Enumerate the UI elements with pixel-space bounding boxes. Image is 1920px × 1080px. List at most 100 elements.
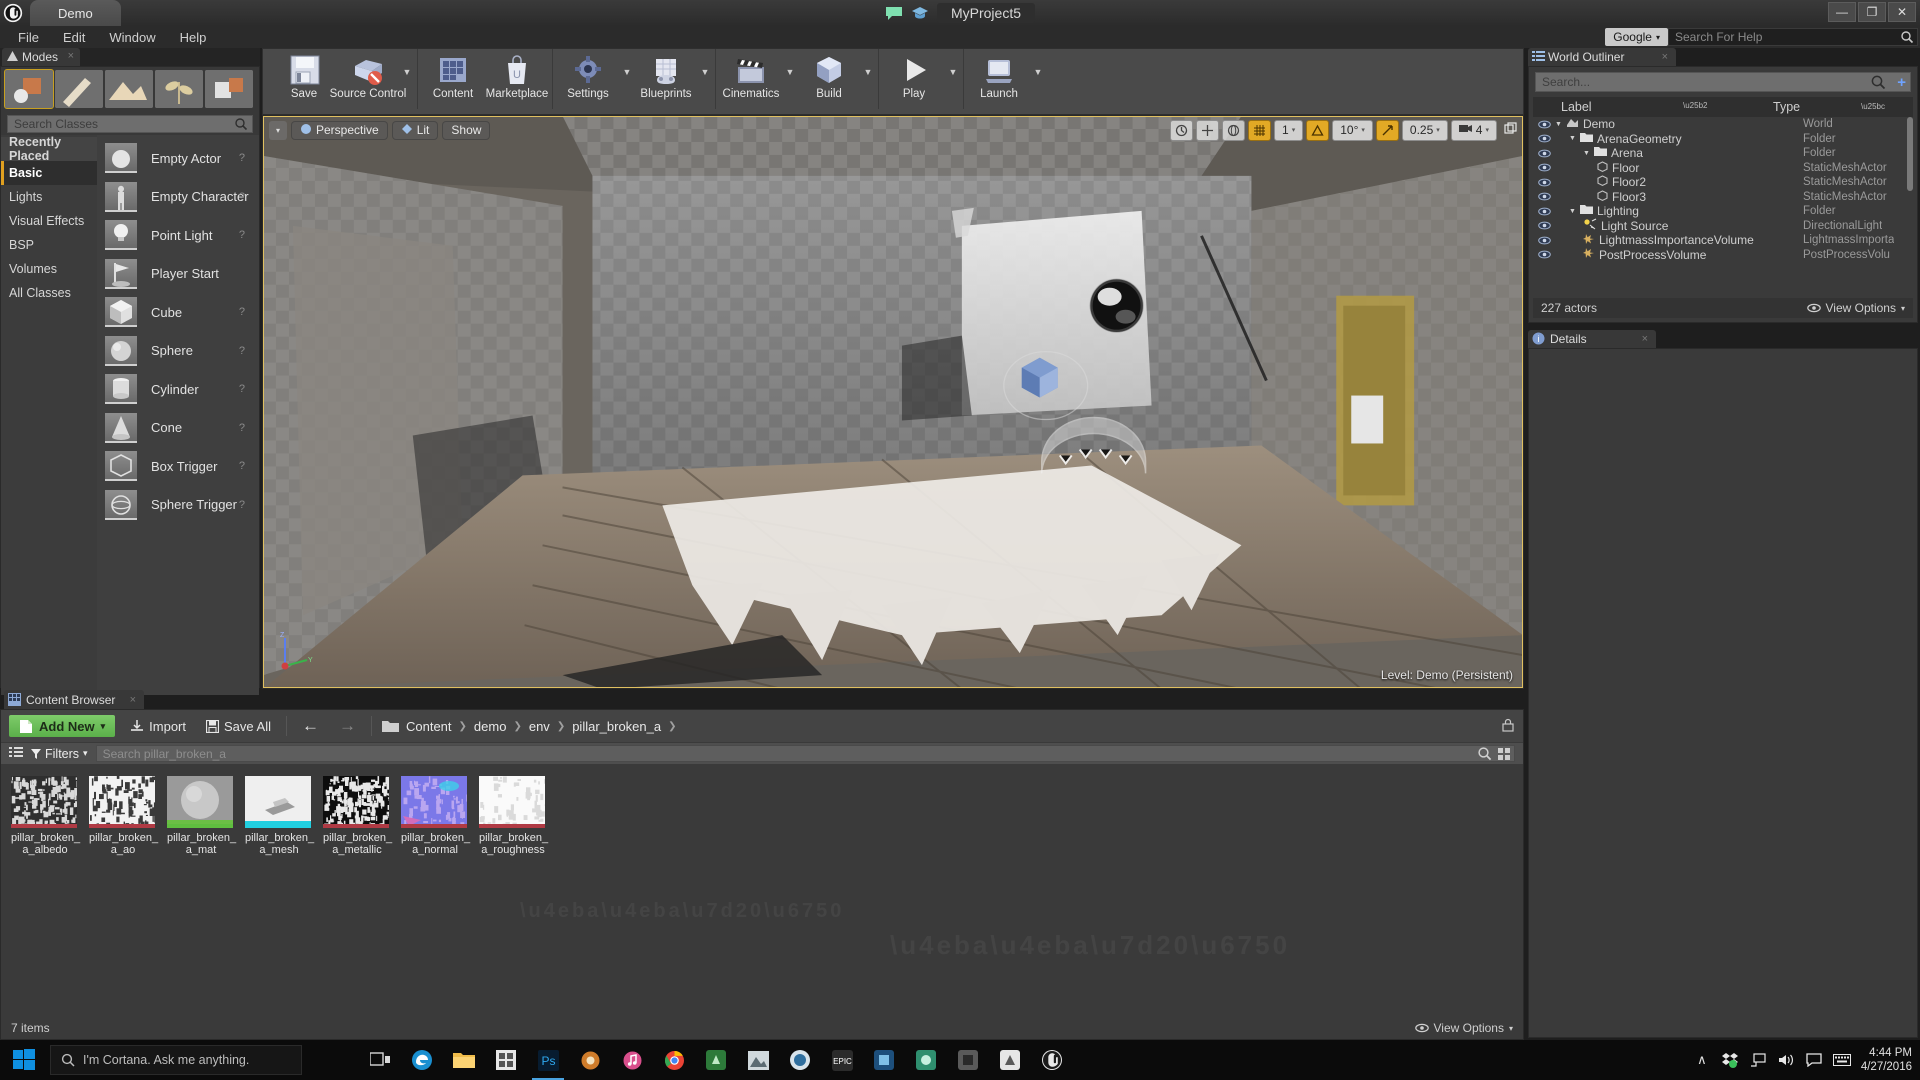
expand-arrow-icon[interactable]: ▼ xyxy=(1569,135,1576,142)
visibility-eye-icon[interactable] xyxy=(1533,250,1555,259)
breadcrumb-item-demo[interactable]: demo xyxy=(474,719,507,734)
world-coords-icon[interactable] xyxy=(1222,119,1246,141)
viewport-show-button[interactable]: Show xyxy=(442,120,491,140)
placeable-point-light[interactable]: Point Light? xyxy=(97,216,259,255)
placeable-help-icon[interactable]: ? xyxy=(239,383,245,395)
scale-snap-icon[interactable] xyxy=(1375,119,1399,141)
app-orange-icon[interactable] xyxy=(570,1040,610,1080)
chevron-down-icon[interactable]: ▼ xyxy=(698,49,712,109)
mode-category-lights[interactable]: Lights xyxy=(1,185,97,209)
outliner-col-label[interactable]: Label xyxy=(1533,100,1773,114)
task-view-icon[interactable] xyxy=(360,1040,400,1080)
sources-panel-icon[interactable] xyxy=(9,746,23,762)
toolbar-source-control-button[interactable]: Source Control xyxy=(330,49,406,109)
menu-window[interactable]: Window xyxy=(97,28,167,47)
toolbar-content-button[interactable]: Content xyxy=(421,49,485,109)
placeable-help-icon[interactable]: ? xyxy=(239,152,245,164)
visibility-eye-icon[interactable] xyxy=(1533,163,1555,172)
close-icon[interactable]: × xyxy=(1662,51,1668,63)
content-search-input[interactable]: Search pillar_broken_a xyxy=(95,745,1515,762)
visibility-eye-icon[interactable] xyxy=(1533,192,1555,201)
app-green-icon[interactable] xyxy=(696,1040,736,1080)
outliner-row[interactable]: ▼ Demo World xyxy=(1533,117,1913,132)
save-all-button[interactable]: Save All xyxy=(201,719,276,734)
transform-translate-icon[interactable] xyxy=(1196,119,1220,141)
content-view-options[interactable]: View Options ▾ xyxy=(1414,1021,1513,1035)
blue-circle-icon[interactable] xyxy=(780,1040,820,1080)
placeable-cylinder[interactable]: Cylinder? xyxy=(97,370,259,409)
grid-snap-icon[interactable] xyxy=(1248,119,1272,141)
placeable-empty-character[interactable]: Empty Character? xyxy=(97,178,259,217)
add-new-button[interactable]: Add New ▾ xyxy=(9,715,116,737)
outliner-scrollbar[interactable] xyxy=(1907,117,1913,191)
landscape-mode-icon[interactable] xyxy=(105,70,153,108)
tab-details[interactable]: i Details × xyxy=(1528,330,1656,348)
network-icon[interactable] xyxy=(1749,1051,1767,1069)
chevron-down-icon[interactable]: ▼ xyxy=(946,49,960,109)
clock[interactable]: 4:44 PM 4/27/2016 xyxy=(1861,1046,1912,1074)
asset-item[interactable]: pillar_broken_ a_normal xyxy=(401,776,470,856)
cortana-search-box[interactable]: I'm Cortana. Ask me anything. xyxy=(50,1045,302,1075)
store-icon[interactable] xyxy=(486,1040,526,1080)
foliage-mode-icon[interactable] xyxy=(155,70,203,108)
toolbar-play-button[interactable]: Play xyxy=(882,49,946,109)
outliner-row[interactable]: LightmassImportanceVolume LightmassImport… xyxy=(1533,233,1913,248)
geometry-edit-mode-icon[interactable] xyxy=(205,70,253,108)
mode-category-visual-effects[interactable]: Visual Effects xyxy=(1,209,97,233)
placeable-help-icon[interactable]: ? xyxy=(239,229,245,241)
epic-launcher-icon[interactable]: EPIC xyxy=(822,1040,862,1080)
mode-category-recently-placed[interactable]: Recently Placed xyxy=(1,135,97,163)
asset-item[interactable]: pillar_broken_ a_albedo xyxy=(11,776,80,856)
angle-snap-icon[interactable] xyxy=(1306,119,1330,141)
placeable-empty-actor[interactable]: Empty Actor? xyxy=(97,139,259,178)
viewport-options-caret[interactable]: ▾ xyxy=(269,120,287,140)
search-engine-select[interactable]: Google ▾ xyxy=(1605,28,1668,46)
toolbar-cinematics-button[interactable]: Cinematics xyxy=(719,49,783,109)
outliner-row[interactable]: Floor3 StaticMeshActor xyxy=(1533,190,1913,205)
breadcrumb-item-pillar_broken_a[interactable]: pillar_broken_a xyxy=(572,719,661,734)
placeable-help-icon[interactable]: ? xyxy=(239,306,245,318)
import-button[interactable]: Import xyxy=(125,719,191,734)
sort-menu-icon[interactable]: \u25bc xyxy=(1861,102,1885,111)
asset-item[interactable]: pillar_broken_ a_ao xyxy=(89,776,158,856)
toolbar-marketplace-button[interactable]: U Marketplace xyxy=(485,49,549,109)
asset-item[interactable]: pillar_broken_ a_metallic xyxy=(323,776,392,856)
visibility-eye-icon[interactable] xyxy=(1533,149,1555,158)
scale-snap-value[interactable]: 0.25 ▾ xyxy=(1401,119,1448,141)
app-white-icon[interactable] xyxy=(990,1040,1030,1080)
mode-category-bsp[interactable]: BSP xyxy=(1,233,97,257)
placeable-help-icon[interactable]: ? xyxy=(239,345,245,357)
tab-modes[interactable]: Modes × xyxy=(2,48,81,66)
outliner-row[interactable]: Floor StaticMeshActor xyxy=(1533,161,1913,176)
app-mountain-icon[interactable] xyxy=(738,1040,778,1080)
add-actor-icon[interactable]: + xyxy=(1897,74,1906,91)
angle-snap-value[interactable]: 10° ▾ xyxy=(1332,119,1373,141)
dropbox-icon[interactable] xyxy=(1721,1051,1739,1069)
placeable-box-trigger[interactable]: Box Trigger? xyxy=(97,447,259,486)
close-icon[interactable]: × xyxy=(1642,333,1648,345)
expand-arrow-icon[interactable]: ▼ xyxy=(1583,150,1590,157)
tab-world-outliner[interactable]: World Outliner × xyxy=(1528,48,1676,66)
toolbar-blueprints-button[interactable]: Blueprints xyxy=(634,49,698,109)
visibility-eye-icon[interactable] xyxy=(1533,178,1555,187)
asset-item[interactable]: pillar_broken_ a_mat xyxy=(167,776,236,856)
tab-content-browser[interactable]: Content Browser × xyxy=(4,690,144,709)
menu-help[interactable]: Help xyxy=(168,28,219,47)
toolbar-settings-button[interactable]: Settings xyxy=(556,49,620,109)
action-center-icon[interactable] xyxy=(1805,1051,1823,1069)
place-mode-icon[interactable] xyxy=(4,69,54,109)
placeable-sphere[interactable]: Sphere? xyxy=(97,332,259,371)
placeable-player-start[interactable]: Player Start xyxy=(97,255,259,294)
lock-content-browser-icon[interactable] xyxy=(1501,718,1515,735)
close-icon[interactable]: × xyxy=(130,694,136,706)
chevron-down-icon[interactable]: ▼ xyxy=(620,49,634,109)
nav-back-button[interactable]: ← xyxy=(297,716,324,736)
placeable-sphere-trigger[interactable]: Sphere Trigger? xyxy=(97,486,259,525)
edge-icon[interactable] xyxy=(402,1040,442,1080)
viewport-viewmode-button[interactable]: Lit xyxy=(391,120,439,140)
placeable-help-icon[interactable]: ? xyxy=(239,499,245,511)
placeable-cube[interactable]: Cube? xyxy=(97,293,259,332)
outliner-row[interactable]: Floor2 StaticMeshActor xyxy=(1533,175,1913,190)
chevron-down-icon[interactable]: ▼ xyxy=(783,49,797,109)
itunes-icon[interactable] xyxy=(612,1040,652,1080)
